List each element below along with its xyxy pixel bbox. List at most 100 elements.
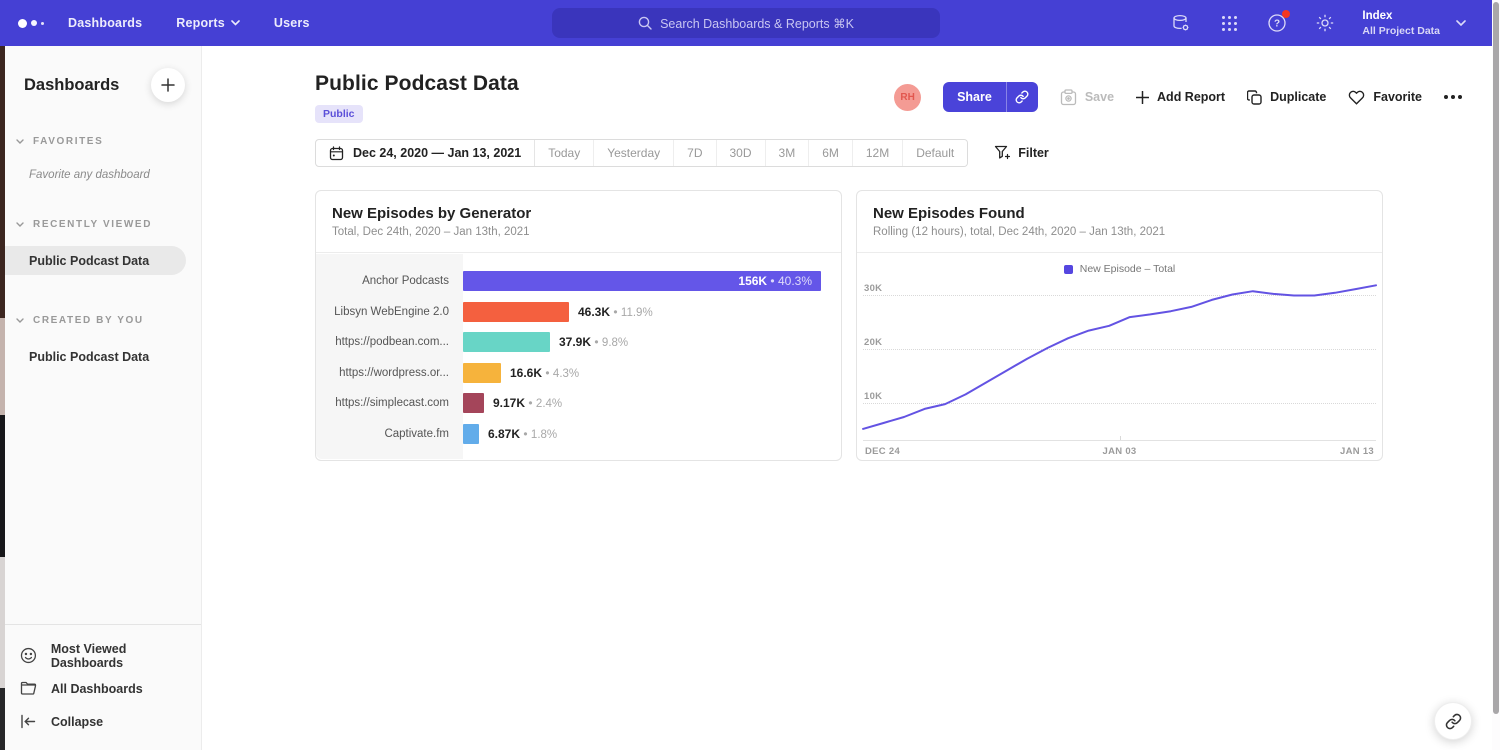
bar-category-label: Captivate.fm <box>316 428 463 440</box>
bar-chart-card: New Episodes by Generator Total, Dec 24t… <box>315 190 842 461</box>
smiley-icon <box>20 647 37 664</box>
sidebar-item-public-podcast-data-recent[interactable]: Public Podcast Data <box>0 246 186 275</box>
nav-dashboards[interactable]: Dashboards <box>68 16 142 30</box>
background-window-edge <box>0 46 5 318</box>
scrollbar-thumb[interactable] <box>1493 2 1499 714</box>
nav-reports[interactable]: Reports <box>176 16 240 30</box>
calendar-icon <box>329 146 344 161</box>
top-nav: Dashboards Reports Users <box>68 16 310 30</box>
all-dashboards-link[interactable]: All Dashboards <box>20 672 201 705</box>
more-options-button[interactable] <box>1444 95 1462 99</box>
section-label: RECENTLY VIEWED <box>33 219 152 230</box>
bar[interactable] <box>463 302 569 322</box>
bar-rows: Anchor Podcasts156K • 40.3%Libsyn WebEng… <box>316 254 841 449</box>
share-button[interactable]: Share <box>943 82 1006 112</box>
nav-users[interactable]: Users <box>274 16 310 30</box>
bar[interactable] <box>463 363 501 383</box>
add-report-button[interactable]: Add Report <box>1136 90 1225 104</box>
preset-yesterday[interactable]: Yesterday <box>594 140 674 166</box>
app-logo[interactable] <box>18 19 58 28</box>
data-sources-icon[interactable] <box>1170 12 1192 34</box>
chevron-down-icon <box>16 318 24 323</box>
bar-row[interactable]: https://wordpress.or... 16.6K • 4.3% <box>316 358 841 389</box>
background-window-edge <box>0 415 5 557</box>
filter-button[interactable]: Filter <box>994 145 1049 161</box>
most-viewed-label: Most Viewed Dashboards <box>51 642 201 670</box>
bar-value-label: 6.87K • 1.8% <box>488 427 557 441</box>
chart-legend: New Episode – Total <box>857 263 1382 275</box>
preset-today[interactable]: Today <box>535 140 594 166</box>
legend-label: New Episode – Total <box>1080 263 1176 275</box>
floating-share-link-button[interactable] <box>1434 702 1472 740</box>
bar-row[interactable]: https://podbean.com...37.9K • 9.8% <box>316 327 841 358</box>
bar[interactable]: 156K • 40.3% <box>463 271 821 291</box>
most-viewed-dashboards-link[interactable]: Most Viewed Dashboards <box>20 639 201 672</box>
sidebar-section-recently-viewed[interactable]: RECENTLY VIEWED <box>16 219 201 230</box>
xtick-jan13: JAN 13 <box>1340 446 1374 457</box>
collapse-icon <box>20 714 37 729</box>
dashboard-actions: RH Share Save Add Report Duplicate <box>894 82 1462 112</box>
new-dashboard-button[interactable] <box>151 68 185 102</box>
bar-row[interactable]: Captivate.fm 6.87K • 1.8% <box>316 419 841 450</box>
line-chart-card: New Episodes Found Rolling (12 hours), t… <box>856 190 1383 461</box>
chevron-down-icon <box>1456 20 1466 26</box>
bar-value-label: 9.17K • 2.4% <box>493 396 562 410</box>
bar-row[interactable]: Anchor Podcasts156K • 40.3% <box>316 266 841 297</box>
help-icon[interactable]: ? <box>1266 12 1288 34</box>
bar[interactable] <box>463 332 550 352</box>
bar[interactable] <box>463 424 479 444</box>
favorite-button[interactable]: Favorite <box>1348 90 1422 105</box>
bar-value-label: 16.6K • 4.3% <box>510 366 579 380</box>
sidebar-item-public-podcast-data-created[interactable]: Public Podcast Data <box>0 342 201 371</box>
preset-7d[interactable]: 7D <box>674 140 716 166</box>
collapse-label: Collapse <box>51 715 103 729</box>
xtick-jan03: JAN 03 <box>1102 446 1136 457</box>
collapse-sidebar-button[interactable]: Collapse <box>20 705 201 738</box>
search-icon <box>638 16 652 30</box>
ellipsis-icon <box>1444 95 1462 99</box>
preset-30d[interactable]: 30D <box>717 140 766 166</box>
sidebar-footer: Most Viewed Dashboards All Dashboards Co… <box>0 624 201 750</box>
duplicate-button[interactable]: Duplicate <box>1247 90 1326 105</box>
nav-dashboards-label: Dashboards <box>68 16 142 30</box>
save-icon <box>1060 89 1077 106</box>
search-placeholder: Search Dashboards & Reports ⌘K <box>660 16 854 31</box>
favorites-empty-hint: Favorite any dashboard <box>29 169 201 181</box>
bar[interactable] <box>463 393 484 413</box>
dashboards-sidebar: Dashboards FAVORITES Favorite any dashbo… <box>0 46 202 750</box>
date-range-picker[interactable]: Dec 24, 2020 — Jan 13, 2021 <box>316 140 535 166</box>
public-badge: Public <box>315 105 363 123</box>
background-window-edge <box>0 557 5 688</box>
bar-chart-subtitle: Total, Dec 24th, 2020 – Jan 13th, 2021 <box>332 226 825 238</box>
project-scope: All Project Data <box>1362 25 1440 37</box>
settings-gear-icon[interactable] <box>1314 12 1336 34</box>
search-input[interactable]: Search Dashboards & Reports ⌘K <box>552 8 940 38</box>
notification-dot <box>1282 10 1290 18</box>
nav-reports-label: Reports <box>176 16 225 30</box>
page-scrollbar[interactable] <box>1492 0 1500 750</box>
apps-grid-icon[interactable] <box>1218 12 1240 34</box>
avatar[interactable]: RH <box>894 84 921 111</box>
sidebar-section-favorites[interactable]: FAVORITES <box>16 136 201 147</box>
legend-swatch <box>1064 265 1073 274</box>
project-switcher[interactable]: Index All Project Data <box>1362 9 1466 37</box>
bar-category-label: https://simplecast.com <box>316 397 463 409</box>
date-range-label: Dec 24, 2020 — Jan 13, 2021 <box>353 146 521 160</box>
line-chart-body: New Episode – Total 30K 20K 10K DEC 24 J… <box>857 254 1382 459</box>
preset-3m[interactable]: 3M <box>766 140 810 166</box>
main-content: Public Podcast Data Public RH Share Save… <box>202 46 1492 750</box>
line-series <box>863 284 1376 444</box>
bar-category-label: https://wordpress.or... <box>316 367 463 379</box>
preset-6m[interactable]: 6M <box>809 140 853 166</box>
topbar-actions: ? Index All Project Data <box>1170 0 1466 46</box>
bar-value-label: 156K • 40.3% <box>738 271 812 291</box>
bar-row[interactable]: https://simplecast.com 9.17K • 2.4% <box>316 388 841 419</box>
sidebar-section-created-by-you[interactable]: CREATED BY YOU <box>16 315 201 326</box>
copy-icon <box>1247 90 1262 105</box>
xtick-dec24: DEC 24 <box>865 446 900 457</box>
save-button[interactable]: Save <box>1060 89 1114 106</box>
preset-default[interactable]: Default <box>903 140 967 166</box>
share-link-button[interactable] <box>1006 82 1038 112</box>
bar-row[interactable]: Libsyn WebEngine 2.046.3K • 11.9% <box>316 297 841 328</box>
preset-12m[interactable]: 12M <box>853 140 903 166</box>
